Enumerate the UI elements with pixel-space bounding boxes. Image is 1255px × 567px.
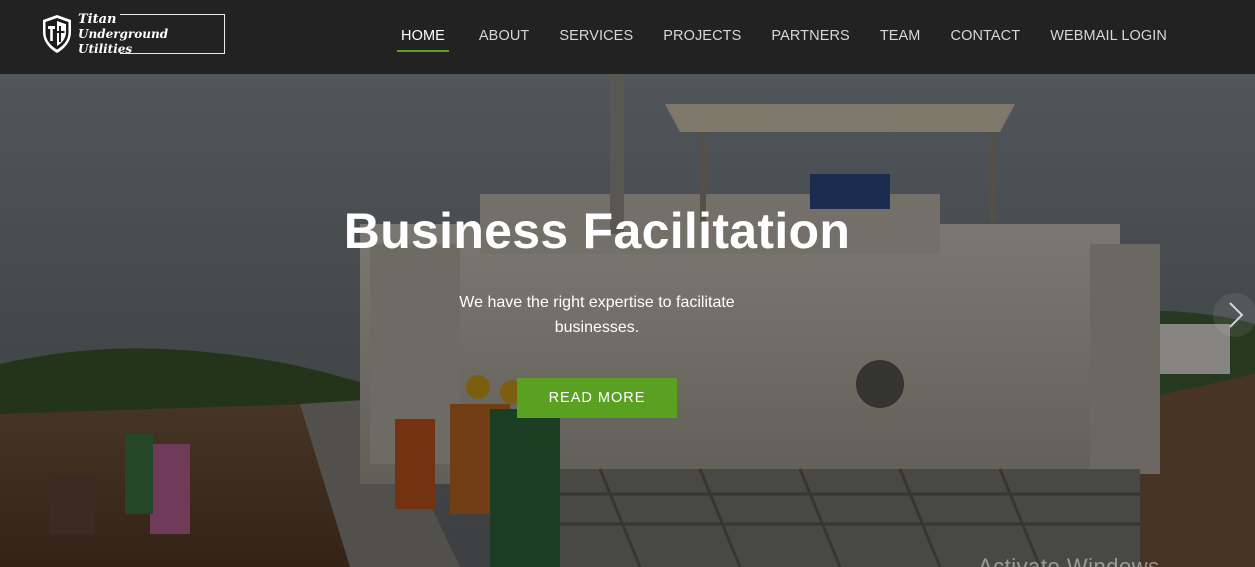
nav-partners[interactable]: PARTNERS [771,22,849,52]
nav-services[interactable]: SERVICES [559,22,633,52]
nav-home[interactable]: HOME [397,22,449,52]
hero-subtitle: We have the right expertise to facilitat… [459,294,735,336]
hero-title: Business Facilitation [343,203,851,259]
brand-line-1: Titan [78,11,117,27]
shield-logo-icon [43,15,71,53]
brand-line-2: Underground Utilities [78,26,169,56]
nav-projects[interactable]: PROJECTS [663,22,741,52]
site-logo[interactable]: Titan Underground Utilities [40,12,225,57]
brand-name: Titan Underground Utilities [78,12,225,57]
chevron-right-icon [1213,293,1255,337]
read-more-button[interactable]: READ MORE [517,378,677,418]
carousel-next-button[interactable] [1212,290,1255,340]
hero-carousel: Business Facilitation We have the right … [0,74,1255,567]
nav-about[interactable]: ABOUT [479,22,529,52]
page: Titan Underground Utilities HOME ABOUT S… [0,0,1255,567]
nav-contact[interactable]: CONTACT [951,22,1021,52]
activate-windows-watermark: Activate Windows [978,554,1160,567]
nav-team[interactable]: TEAM [880,22,921,52]
nav-webmail-login[interactable]: WEBMAIL LOGIN [1050,22,1167,52]
main-navigation: HOME ABOUT SERVICES PROJECTS PARTNERS TE… [367,0,1167,74]
top-navbar: Titan Underground Utilities HOME ABOUT S… [0,0,1255,74]
